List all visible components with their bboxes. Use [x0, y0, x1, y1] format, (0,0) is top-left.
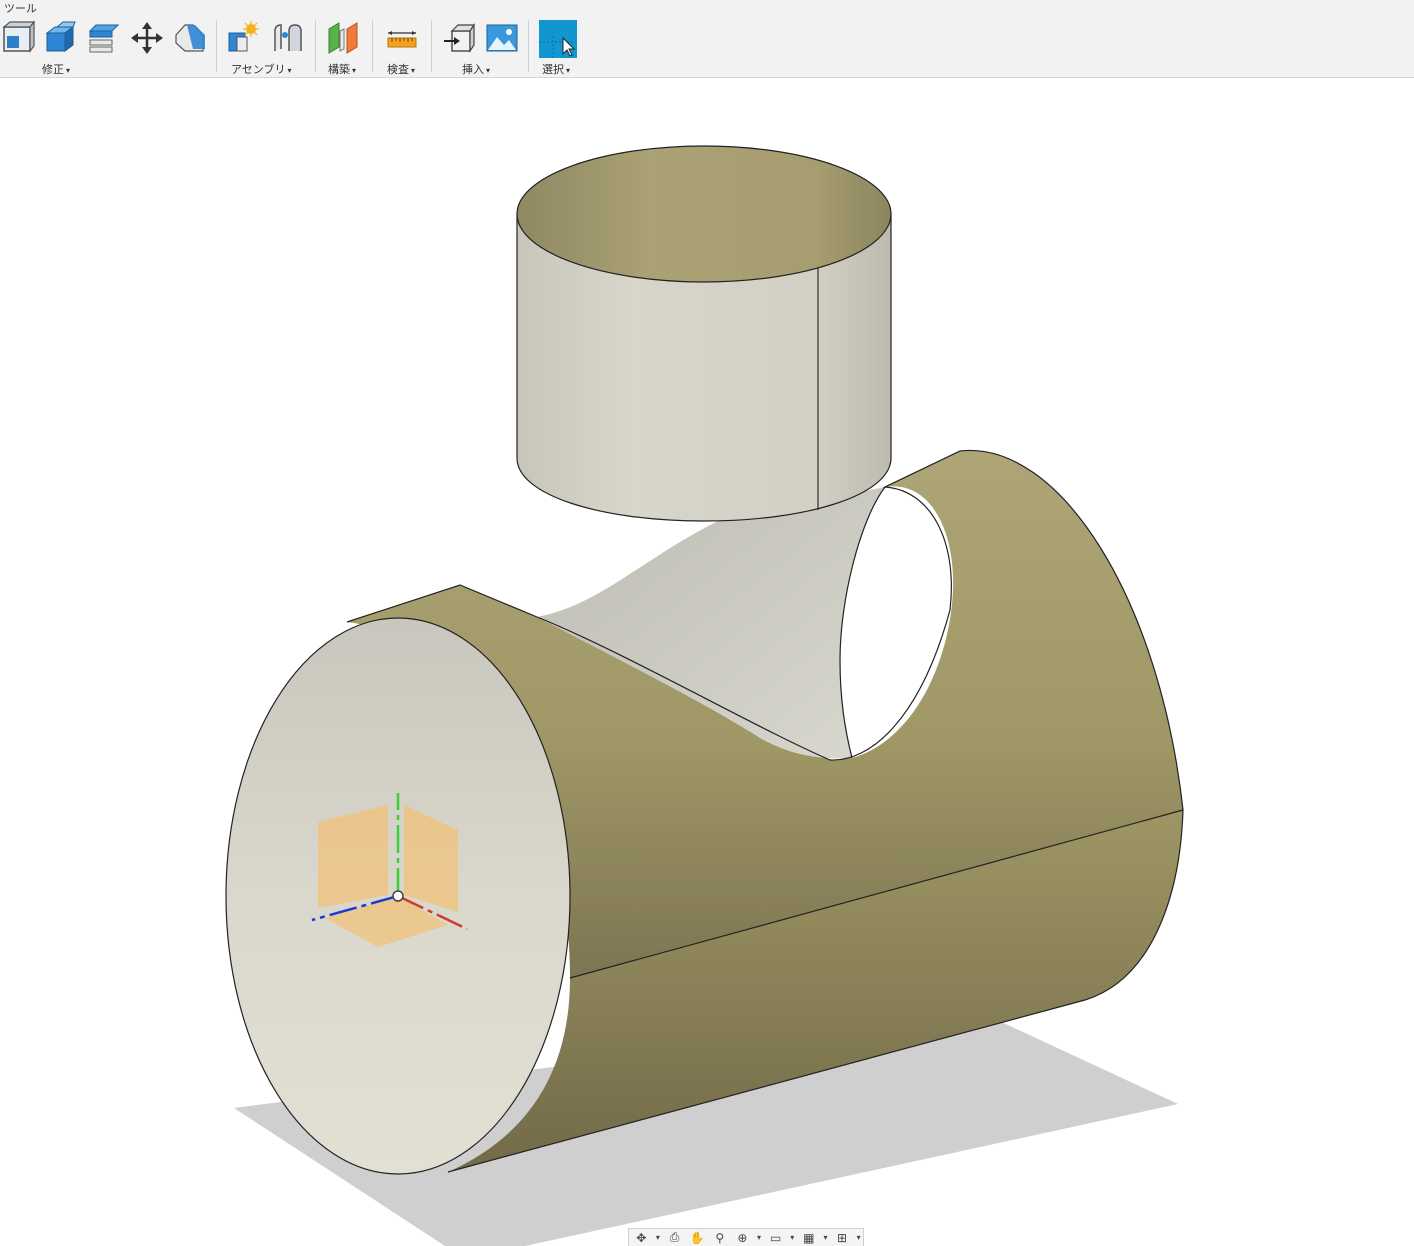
image-canvas-icon — [486, 24, 518, 52]
insert-canvas-button[interactable] — [484, 20, 520, 56]
viewports-dropdown[interactable]: ▾ — [854, 1230, 863, 1246]
grid-settings-button[interactable]: ▦ — [799, 1230, 820, 1246]
pan-icon: ✋ — [689, 1230, 705, 1245]
shell-tool-button[interactable] — [86, 20, 122, 56]
canvas-viewport[interactable] — [0, 79, 1414, 1246]
viewports-icon: ⊞ — [837, 1230, 848, 1245]
fit-button[interactable]: ⊕ — [732, 1230, 753, 1246]
look-at-button[interactable]: ⎙ — [664, 1230, 685, 1246]
joint-button[interactable] — [268, 20, 304, 56]
insert-group-label[interactable]: 挿入 ▾ — [462, 61, 490, 77]
look-at-icon: ⎙ — [669, 1230, 680, 1244]
insert-derive-button[interactable] — [441, 20, 477, 56]
fit-dropdown[interactable]: ▾ — [755, 1230, 764, 1246]
toolbar-separator — [372, 20, 373, 72]
insert-derive-icon — [444, 23, 476, 53]
display-settings-icon: ▭ — [769, 1230, 782, 1245]
toolbar-separator — [528, 20, 529, 72]
measure-button[interactable] — [384, 20, 420, 56]
move-arrows-icon — [131, 22, 163, 54]
press-pull-icon — [2, 21, 35, 53]
joint-icon — [274, 24, 302, 51]
navigation-bar: ✥ ▾ ⎙ ✋ ⚲ ⊕ ▾ ▭ ▾ ▦ ▾ ⊞ ▾ — [628, 1228, 864, 1246]
model-scene[interactable] — [0, 79, 1414, 1246]
viewports-button[interactable]: ⊞ — [832, 1230, 853, 1246]
press-pull-tool-button[interactable] — [0, 20, 36, 56]
toolbar-separator — [315, 20, 316, 72]
fillet-icon — [45, 21, 76, 52]
grid-dropdown[interactable]: ▾ — [821, 1230, 830, 1246]
vertical-cylinder-top-opening[interactable] — [516, 145, 892, 283]
appearance-tool-button[interactable] — [172, 20, 208, 56]
offset-plane-icon — [328, 22, 358, 54]
measure-ruler-icon — [387, 31, 417, 48]
fit-icon: ⊕ — [737, 1230, 748, 1245]
orbit-button[interactable]: ✥ — [631, 1230, 652, 1246]
select-group-label[interactable]: 選択 ▾ — [542, 61, 570, 77]
assemble-group-label[interactable]: アセンブリ ▾ — [231, 61, 291, 77]
toolbar-separator — [216, 20, 217, 72]
offset-plane-button[interactable] — [325, 20, 361, 56]
fillet-tool-button[interactable] — [42, 20, 78, 56]
select-arrow-icon — [539, 20, 577, 58]
toolbar: ツール 修正 ▾ アセンブリ ▾ 構築 ▾ 検査 ▾ 挿入 ▾ 選択 ▾ — [0, 0, 1414, 78]
new-component-button[interactable] — [224, 20, 260, 56]
chamfer-icon — [175, 24, 205, 52]
grid-icon: ▦ — [803, 1230, 815, 1245]
origin-point[interactable] — [392, 890, 404, 902]
select-button[interactable] — [539, 20, 577, 58]
inspect-group-label[interactable]: 検査 ▾ — [387, 61, 415, 77]
move-tool-button[interactable] — [129, 20, 165, 56]
toolbar-separator — [431, 20, 432, 72]
origin-plane-yz[interactable] — [318, 805, 388, 908]
combine-icon — [88, 24, 120, 53]
toolbar-tab-title: ツール — [4, 2, 37, 15]
orbit-dropdown[interactable]: ▾ — [654, 1230, 663, 1246]
modify-group-label[interactable]: 修正 ▾ — [42, 61, 70, 77]
pan-button[interactable]: ✋ — [687, 1230, 708, 1246]
zoom-icon: ⚲ — [715, 1230, 725, 1245]
display-settings-button[interactable]: ▭ — [765, 1230, 786, 1246]
new-component-icon — [228, 21, 259, 52]
display-settings-dropdown[interactable]: ▾ — [788, 1230, 797, 1246]
construct-group-label[interactable]: 構築 ▾ — [328, 61, 356, 77]
orbit-icon: ✥ — [636, 1230, 647, 1245]
zoom-button[interactable]: ⚲ — [709, 1230, 730, 1246]
